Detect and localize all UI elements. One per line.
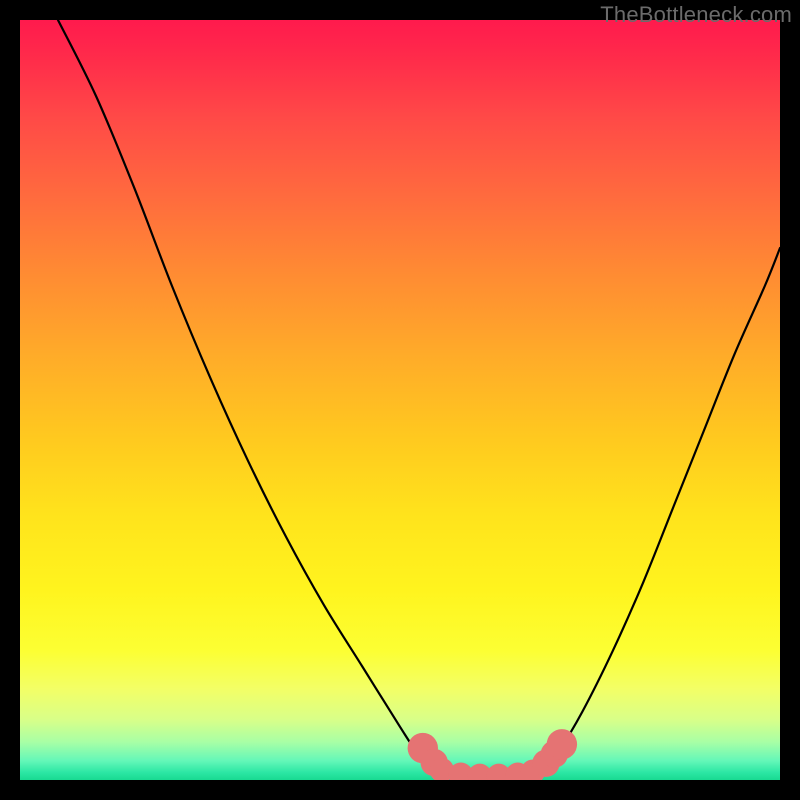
curve-path (58, 20, 780, 777)
plot-area (20, 20, 780, 780)
bottleneck-curve (58, 20, 780, 777)
curve-layer (20, 20, 780, 780)
highlight-marker (547, 729, 577, 759)
chart-frame: TheBottleneck.com (0, 0, 800, 800)
watermark-label: TheBottleneck.com (600, 2, 792, 28)
highlight-markers (408, 729, 577, 780)
